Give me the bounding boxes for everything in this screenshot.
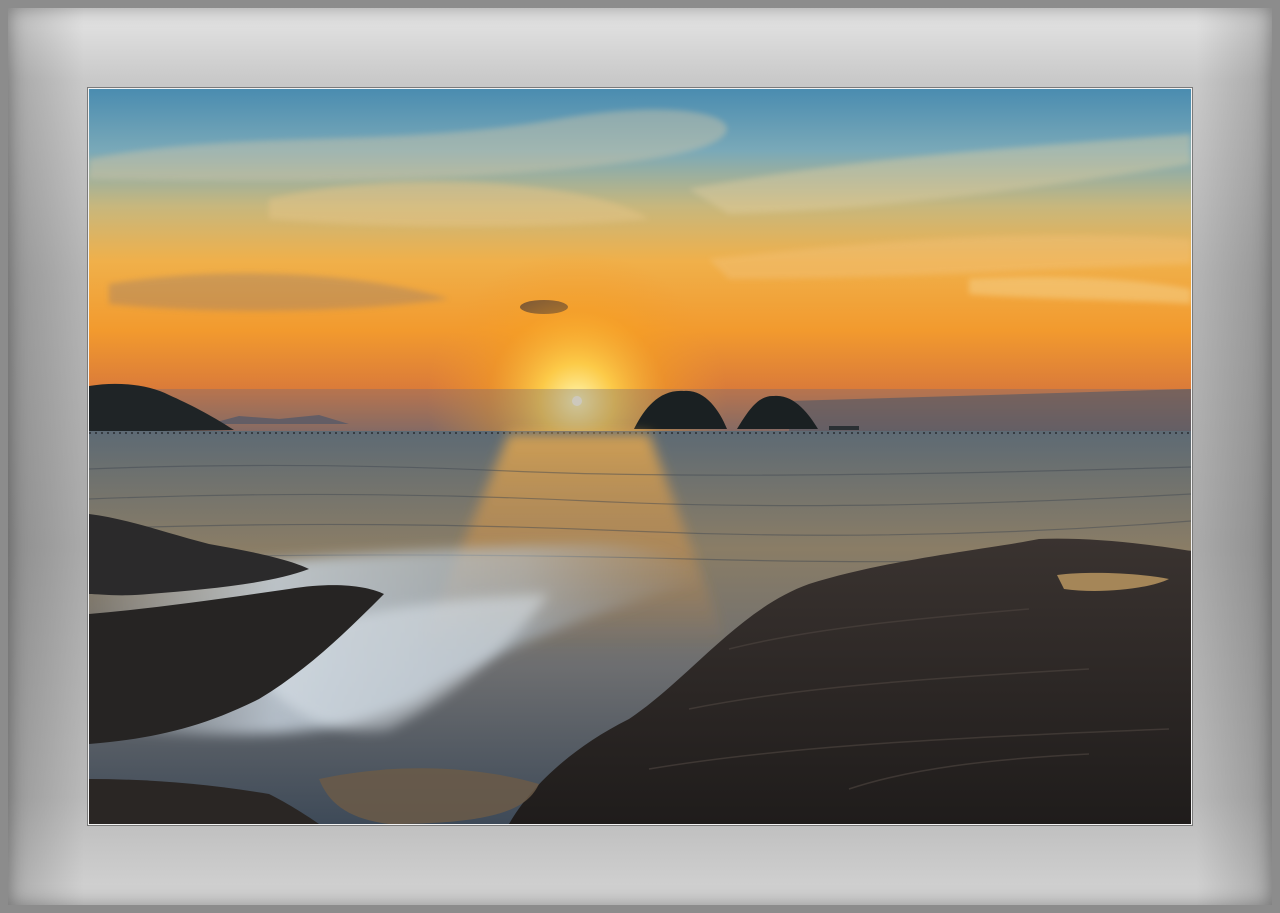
boat <box>829 426 859 430</box>
sunset-photo <box>88 88 1192 825</box>
sunset-seascape-image <box>89 89 1191 824</box>
picture-frame <box>0 0 1280 913</box>
